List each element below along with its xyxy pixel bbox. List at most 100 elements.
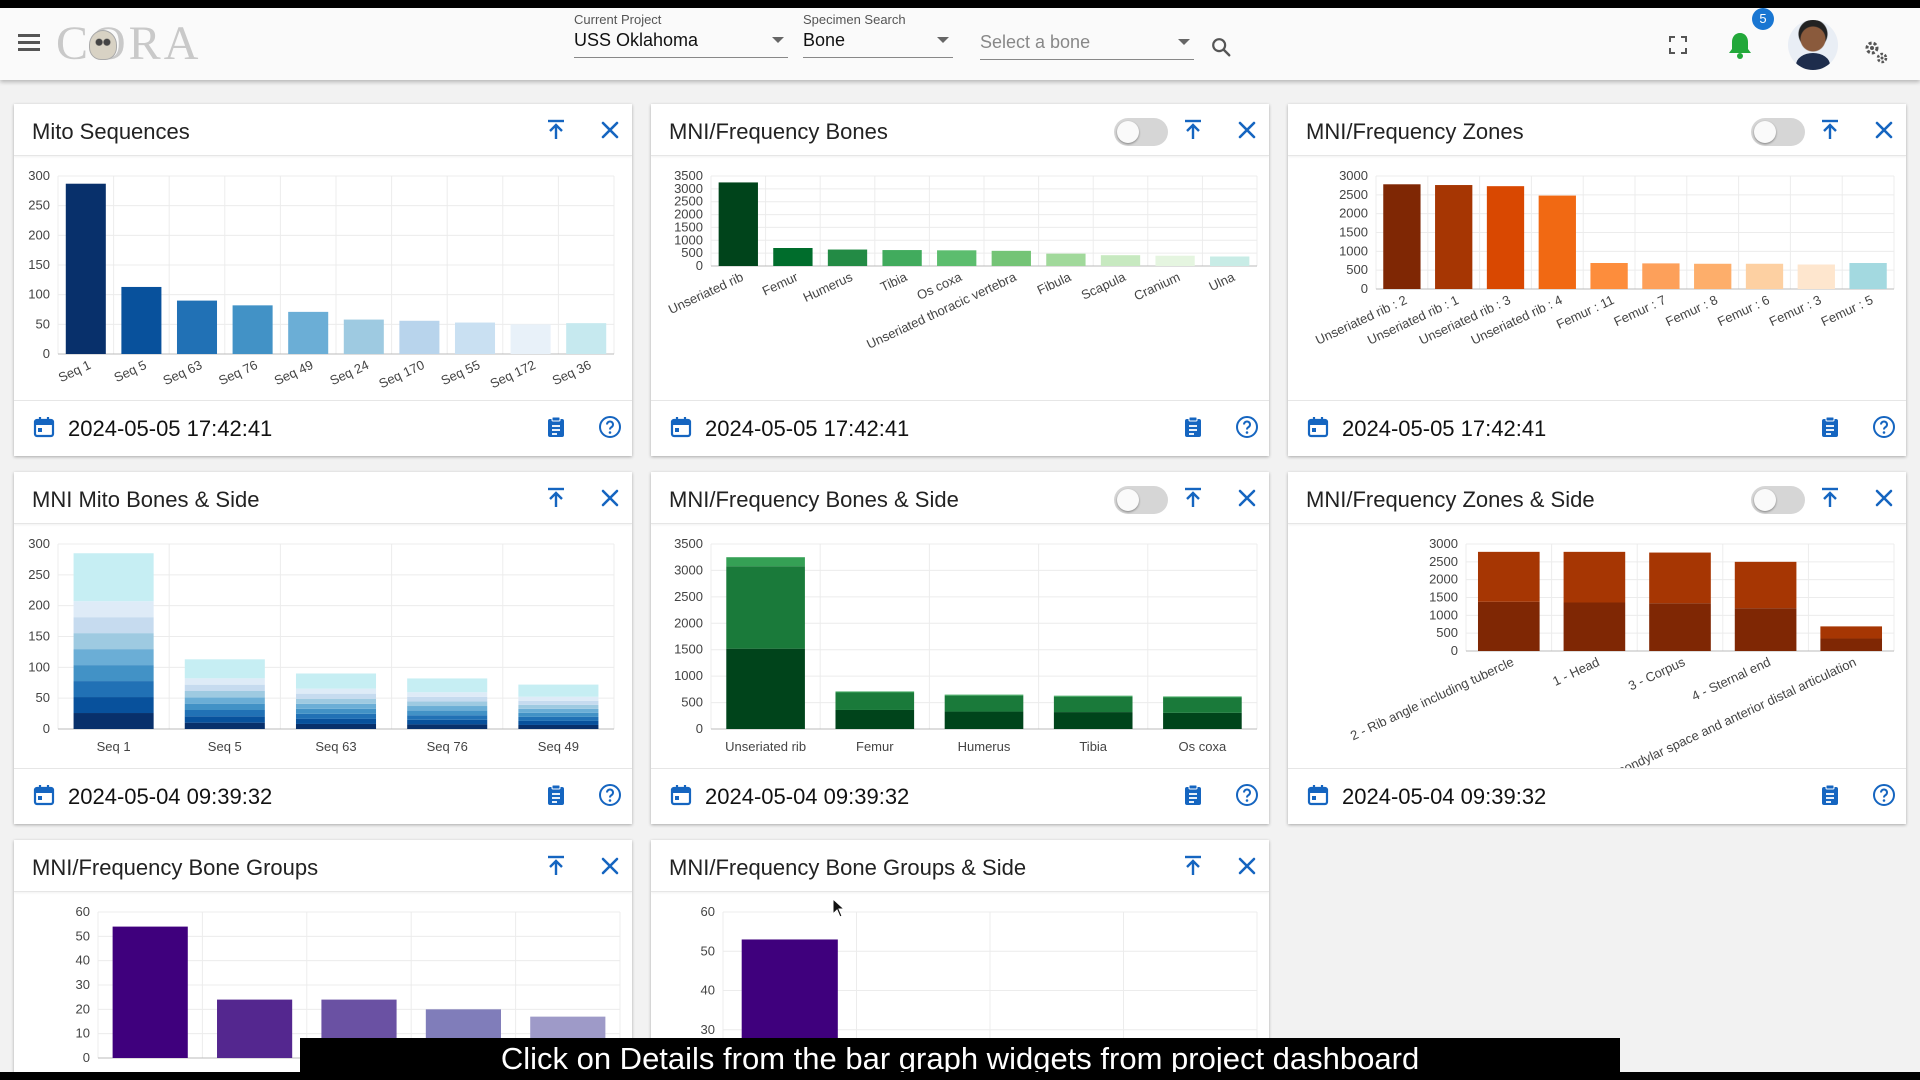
specimen-search-value[interactable]: Bone	[803, 30, 953, 58]
bar[interactable]	[991, 250, 1031, 266]
bar[interactable]	[882, 250, 922, 266]
bar-segment[interactable]	[1563, 551, 1626, 603]
current-project-select[interactable]: Current Project USS Oklahoma	[574, 12, 788, 58]
move-to-top-icon[interactable]	[1181, 118, 1205, 142]
bar-segment[interactable]	[407, 719, 488, 725]
bar[interactable]	[1435, 185, 1473, 289]
bar-segment[interactable]	[518, 724, 599, 729]
move-to-top-icon[interactable]	[1818, 118, 1842, 142]
bar-segment[interactable]	[1053, 695, 1133, 697]
bar-segment[interactable]	[73, 649, 154, 666]
bar[interactable]	[121, 286, 162, 354]
close-icon[interactable]	[1872, 486, 1896, 510]
specimen-search-select[interactable]: Specimen Search Bone	[803, 12, 953, 58]
bar-segment[interactable]	[184, 690, 265, 698]
bar-segment[interactable]	[1649, 603, 1711, 651]
settings-icon[interactable]	[1862, 38, 1890, 66]
move-to-top-icon[interactable]	[544, 118, 568, 142]
close-icon[interactable]	[598, 854, 622, 878]
bar-segment[interactable]	[295, 688, 377, 694]
widget-toggle[interactable]	[1114, 118, 1168, 146]
bar[interactable]	[1642, 263, 1680, 289]
move-to-top-icon[interactable]	[544, 854, 568, 878]
bar[interactable]	[454, 322, 496, 354]
app-logo[interactable]: CORA	[56, 17, 201, 70]
bar-segment[interactable]	[518, 684, 599, 697]
bar[interactable]	[773, 248, 813, 266]
current-project-value[interactable]: USS Oklahoma	[574, 30, 788, 58]
bar[interactable]	[510, 324, 551, 354]
bar[interactable]	[1383, 184, 1421, 289]
bar[interactable]	[176, 300, 218, 354]
bar-segment[interactable]	[407, 706, 488, 711]
bar[interactable]	[566, 323, 607, 354]
bar-segment[interactable]	[295, 718, 377, 724]
bar-segment[interactable]	[835, 692, 915, 710]
bar-segment[interactable]	[73, 553, 154, 602]
move-to-top-icon[interactable]	[1181, 486, 1205, 510]
bar-segment[interactable]	[184, 684, 265, 691]
bar[interactable]	[827, 249, 868, 266]
bar-segment[interactable]	[295, 698, 377, 704]
bar-segment[interactable]	[407, 710, 488, 716]
bar[interactable]	[1538, 195, 1576, 289]
details-clipboard-icon[interactable]	[1181, 415, 1205, 439]
bone-select-value[interactable]: Select a bone	[980, 32, 1194, 60]
bar-segment[interactable]	[73, 633, 154, 650]
bone-select[interactable]: Select a bone	[980, 32, 1194, 60]
bar-segment[interactable]	[73, 601, 154, 618]
bar[interactable]	[217, 999, 293, 1058]
bar-segment[interactable]	[944, 711, 1024, 729]
help-icon[interactable]	[1872, 415, 1896, 439]
bar-segment[interactable]	[407, 678, 488, 693]
bar-segment[interactable]	[518, 716, 599, 721]
bar-segment[interactable]	[184, 678, 265, 685]
move-to-top-icon[interactable]	[1181, 854, 1205, 878]
move-to-top-icon[interactable]	[544, 486, 568, 510]
bar-segment[interactable]	[295, 693, 377, 699]
bar-segment[interactable]	[295, 708, 377, 714]
bar-segment[interactable]	[518, 704, 599, 709]
bar-segment[interactable]	[1163, 696, 1242, 698]
menu-icon[interactable]	[18, 30, 46, 58]
bar-segment[interactable]	[184, 709, 265, 717]
close-icon[interactable]	[1235, 854, 1259, 878]
bar-segment[interactable]	[518, 712, 599, 717]
bar[interactable]	[1046, 253, 1086, 266]
bar-segment[interactable]	[1477, 551, 1540, 602]
details-clipboard-icon[interactable]	[1818, 783, 1842, 807]
bar[interactable]	[232, 305, 273, 354]
bar[interactable]	[343, 319, 384, 354]
bar[interactable]	[65, 183, 106, 354]
close-icon[interactable]	[1235, 118, 1259, 142]
bar-segment[interactable]	[184, 716, 265, 723]
bar[interactable]	[399, 320, 440, 354]
bar-segment[interactable]	[944, 694, 1024, 696]
help-icon[interactable]	[598, 415, 622, 439]
bar[interactable]	[1100, 255, 1141, 266]
bar-segment[interactable]	[73, 665, 154, 682]
bell-icon[interactable]	[1727, 30, 1753, 60]
bar-segment[interactable]	[295, 713, 377, 719]
bar[interactable]	[1155, 255, 1195, 266]
bar[interactable]	[1849, 263, 1887, 289]
help-icon[interactable]	[1235, 415, 1259, 439]
help-icon[interactable]	[1235, 783, 1259, 807]
details-clipboard-icon[interactable]	[544, 783, 568, 807]
fullscreen-icon[interactable]	[1668, 35, 1688, 55]
help-icon[interactable]	[1872, 783, 1896, 807]
bar-segment[interactable]	[1734, 608, 1797, 651]
bar-segment[interactable]	[184, 722, 265, 729]
widget-toggle[interactable]	[1751, 118, 1805, 146]
bar[interactable]	[718, 182, 758, 266]
details-clipboard-icon[interactable]	[1818, 415, 1842, 439]
bar-segment[interactable]	[1820, 638, 1883, 651]
bar[interactable]	[288, 311, 329, 354]
bar-segment[interactable]	[1053, 696, 1133, 713]
bar-segment[interactable]	[73, 617, 154, 634]
bar-segment[interactable]	[295, 723, 377, 729]
bar-segment[interactable]	[1053, 712, 1133, 729]
bar-segment[interactable]	[407, 692, 488, 697]
bar-segment[interactable]	[1163, 697, 1242, 713]
bar-segment[interactable]	[518, 708, 599, 713]
